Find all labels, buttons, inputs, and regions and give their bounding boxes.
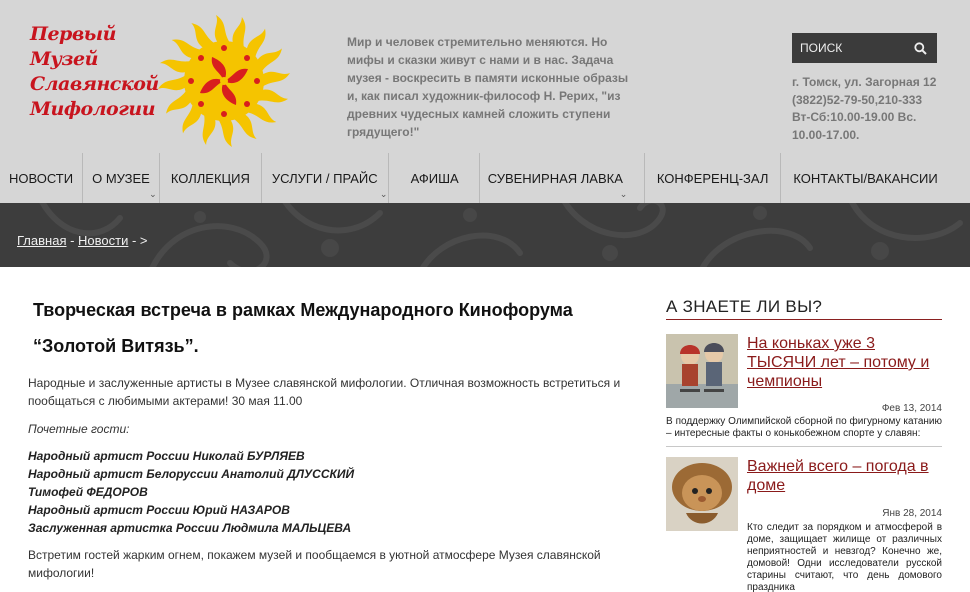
nav-item-services[interactable]: Услуги / прайс ⌄ (262, 153, 388, 203)
sun-logo-icon[interactable] (158, 15, 290, 147)
sidebar-heading: А знаете ли вы? (666, 297, 942, 320)
breadcrumb-home-link[interactable]: Главная (17, 233, 66, 248)
card-divider (666, 446, 942, 447)
nav-label: Контакты/вакансии (793, 170, 938, 186)
guest-item: Заслуженная артистка России Людмила МАЛЬ… (28, 521, 352, 535)
guests-heading: Почетные гости: (28, 422, 130, 436)
guest-item: Народный артист России Юрий НАЗАРОВ (28, 503, 290, 517)
nav-item-contacts[interactable]: Контакты/вакансии (781, 153, 949, 203)
guest-item: Народный артист России Николай БУРЛЯЕВ (28, 449, 305, 463)
guest-item: Народный артист Белоруссии Анатолий ДЛУС… (28, 467, 355, 481)
hours-sunday: 10.00-17.00. (792, 127, 860, 142)
breadcrumb: Главная - Новости - > (17, 233, 148, 248)
guest-item: Тимофей ФЕДОРОВ (28, 485, 148, 499)
main-nav: Новости О музее ⌄ Коллекция Услуги / прай… (0, 153, 970, 203)
nav-label: Услуги / прайс (271, 170, 378, 186)
nav-item-events[interactable]: Афиша (389, 153, 479, 203)
logo-line-2: Музей (30, 48, 98, 70)
card-description: В поддержку Олимпийской сборной по фигур… (666, 416, 942, 439)
hours-weekdays: Вт-Сб:10.00-19.00 Вс. (792, 110, 917, 124)
article: Творческая встреча в рамках Международно… (28, 267, 628, 582)
article-outro: Встретим гостей жарким огнем, покажем му… (28, 548, 601, 580)
breadcrumb-separator: - (66, 233, 79, 248)
guests-list: Народный артист России Николай БУРЛЯЕВ Н… (28, 447, 628, 537)
breadcrumb-news-link[interactable]: Новости (78, 233, 128, 248)
contact-info: г. Томск, ул. Загорная 12 (3822)52-79-50… (792, 74, 936, 144)
address: г. Томск, ул. Загорная 12 (792, 75, 937, 89)
logo-line-3: Славянской (30, 73, 159, 95)
nav-label: Сувенирная лавка (487, 170, 623, 186)
skating-children-thumbnail[interactable] (666, 334, 738, 408)
chevron-down-icon: ⌄ (379, 189, 388, 199)
search-icon[interactable] (910, 38, 930, 58)
article-title: Творческая встреча в рамках Международно… (33, 300, 573, 356)
nav-label: Коллекция (170, 170, 250, 186)
logo-text[interactable]: Первый Музей Славянской Мифологии (30, 22, 165, 122)
sidebar-card: На коньках уже 3 ТЫСЯЧИ лет – потому и ч… (666, 334, 942, 447)
nav-label: Новости (9, 170, 74, 186)
card-description: Кто следит за порядком и атмосферой в до… (747, 522, 942, 592)
nav-item-collection[interactable]: Коллекция (160, 153, 261, 203)
chevron-down-icon: ⌄ (619, 189, 628, 199)
sidebar: А знаете ли вы? На коньках уже 3 ТЫСЯЧИ … (666, 267, 942, 592)
nav-item-news[interactable]: Новости (0, 153, 82, 203)
sidebar-card: Важней всего – погода в доме Янв 28, 201… (666, 457, 942, 592)
chevron-down-icon: ⌄ (149, 189, 157, 199)
nav-label: Афиша (410, 170, 459, 186)
breadcrumb-band: Главная - Новости - > (0, 203, 970, 267)
domovoy-doll-thumbnail[interactable] (666, 457, 738, 531)
nav-label: О музее (92, 170, 150, 186)
logo-line-4: Мифологии (30, 98, 156, 120)
site-header: Первый Музей Славянской Мифологии Мир и … (0, 0, 970, 153)
nav-item-souvenir-shop[interactable]: Сувенирная лавка ⌄ (480, 153, 644, 203)
phone: (3822)52-79-50,210-333 (792, 92, 923, 107)
main-content: Творческая встреча в рамках Международно… (0, 267, 970, 592)
nav-label: Конференц-зал (656, 170, 769, 186)
nav-item-about[interactable]: О музее ⌄ (83, 153, 159, 203)
article-intro: Народные и заслуженные артисты в Музее с… (28, 376, 621, 408)
search-box[interactable] (792, 33, 937, 63)
header-tagline: Мир и человек стремительно меняются. Но … (347, 35, 629, 139)
logo-line-1: Первый (30, 23, 116, 45)
breadcrumb-current-separator: - > (128, 233, 148, 248)
card-title-link[interactable]: Важней всего – погода в доме (747, 457, 942, 495)
card-title-link[interactable]: На коньках уже 3 ТЫСЯЧИ лет – потому и ч… (747, 334, 942, 391)
nav-item-conference-hall[interactable]: Конференц-зал (645, 153, 781, 203)
search-input[interactable] (792, 33, 910, 63)
